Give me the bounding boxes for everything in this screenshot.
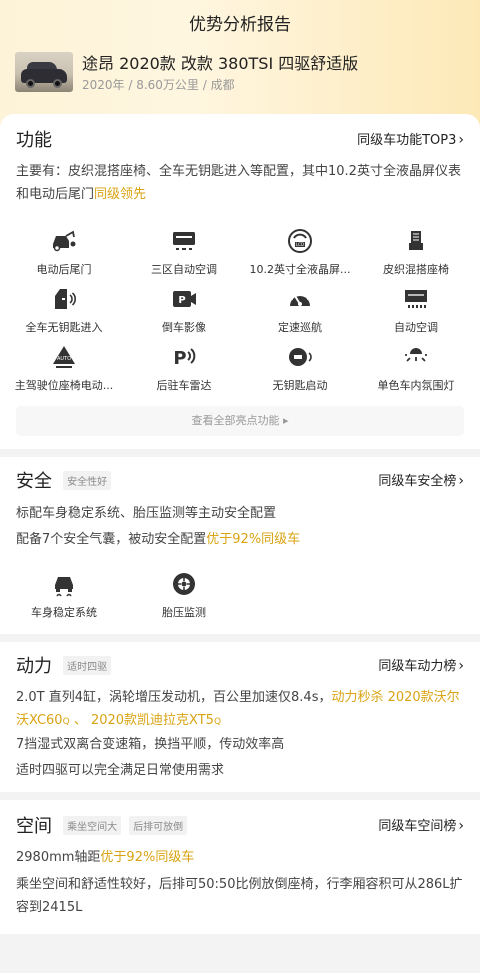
cruise-control-icon [290,291,310,306]
desc-text: 主要有：皮织混搭座椅、全车无钥匙进入等配置，其中10.2英寸全液晶屏仪表和电动后… [16,164,461,202]
highlight: 优于92%同级车 [100,850,195,865]
lcd-dashboard-icon: LCD [288,229,312,253]
power-card: 动力 适时四驱 同级车动力榜 › 2.0T 直列4缸，涡轮增压发动机，百公里加速仅… [0,642,480,792]
svg-text:P: P [178,295,185,306]
feature-item[interactable]: LCD 10.2英寸全液晶屏... [240,228,360,282]
features-description: 主要有：皮织混搭座椅、全车无钥匙进入等配置，其中10.2英寸全液晶屏仪表和电动后… [16,160,464,206]
chevron-right-icon: › [458,132,464,148]
text: 2980mm轴距 [16,850,101,865]
auto-ac-icon [405,290,427,308]
svg-text:P: P [173,348,186,369]
parking-radar-icon: P [173,348,196,369]
power-tailgate-icon [53,230,76,252]
car-thumbnail[interactable] [15,52,73,92]
text: 2.0T 直列4缸，涡轮增压发动机，百公里加速仅8.4s， [16,690,332,705]
feature-label: 三区自动空调 [151,263,217,276]
feature-item[interactable]: 车身稳定系统 [4,571,124,625]
section-title: 安全 [16,471,52,492]
feature-item[interactable]: 电动后尾门 [4,228,124,282]
feature-item[interactable]: P 倒车影像 [124,286,244,340]
link-label: 同级车安全榜 [378,474,457,489]
feature-label: 10.2英寸全液晶屏... [249,263,351,276]
link-label: 同级车功能TOP3 [357,133,457,148]
ambient-light-icon [405,348,427,362]
space-tag-2: 后排可放倒 [129,815,188,835]
tire-pressure-icon [173,573,195,595]
feature-label: 皮织混搭座椅 [383,263,449,276]
power-line-3: 适时四驱可以完全满足日常使用需求 [16,763,225,778]
section-title: 功能 [16,130,52,151]
svg-text:LCD: LCD [296,242,304,247]
feature-label: 自动空调 [394,321,438,334]
feature-item[interactable]: 定速巡航 [240,286,360,340]
page-title: 优势分析报告 [189,15,291,35]
space-line-2: 乘坐空间和舒适性较好，后排可50:50比例放倒座椅，行李厢容积可从286L扩容到… [16,877,463,915]
features-card: 功能 同级车功能TOP3 › 主要有：皮织混搭座椅、全车无钥匙进入等配置，其中10… [0,114,480,449]
feature-item[interactable]: P 后驻车雷达 [124,344,244,398]
space-line-1: 2980mm轴距优于92%同级车 [16,846,464,869]
seat-icon [409,231,423,250]
safety-tag: 安全性好 [63,470,112,490]
safety-card: 安全 安全性好 同级车安全榜 › 标配车身稳定系统、胎压监测等主动安全配置 配备7… [0,457,480,634]
stability-control-icon [55,577,73,597]
safety-header: 安全 安全性好 同级车安全榜 › [16,467,464,493]
feature-item[interactable]: 皮织混搭座椅 [356,228,476,282]
tri-zone-ac-icon [173,232,195,250]
feature-item[interactable]: 无钥匙启动 [240,344,360,398]
safety-line-1: 标配车身稳定系统、胎压监测等主动安全配置 [16,506,277,521]
car-name: 途昂 2020款 改款 380TSI 四驱舒适版 [82,54,359,73]
feature-label: 无钥匙启动 [272,379,328,392]
section-title: 空间 [16,816,52,837]
search-icon: Q [62,717,70,727]
power-tag: 适时四驱 [63,655,112,675]
space-header: 空间 乘坐空间大 后排可放倒 同级车空间榜 › [16,812,464,838]
feature-label: 后驻车雷达 [156,379,212,392]
feature-item[interactable]: 三区自动空调 [124,228,244,282]
compare-link-xt5[interactable]: 2020款凯迪拉克XT5Q [91,713,221,728]
feature-item[interactable]: 胎压监测 [124,571,244,625]
chevron-right-icon: › [458,818,464,834]
safety-ranking-link[interactable]: 同级车安全榜 › [378,470,464,489]
keyless-start-icon [289,348,312,366]
keyless-entry-icon [55,289,77,309]
feature-label: 定速巡航 [278,321,322,334]
feature-item[interactable]: AUTO 主驾驶位座椅电动... [4,344,124,398]
feature-item[interactable]: 自动空调 [356,286,476,340]
space-tag-1: 乘坐空间大 [63,815,122,835]
link-label: 同级车动力榜 [378,659,457,674]
highlight: 优于92%同级车 [206,532,301,547]
desc-highlight: 同级领先 [94,187,147,202]
reverse-camera-icon: P [173,291,196,307]
separator: 、 [69,713,91,728]
feature-label: 单色车内氛围灯 [377,379,455,392]
svg-text:AUTO: AUTO [57,356,71,362]
feature-label: 全车无钥匙进入 [25,321,103,334]
features-header: 功能 同级车功能TOP3 › [16,126,464,152]
power-line-2: 7挡湿式双离合变速箱，换挡平顺，传动效率高 [16,737,285,752]
space-card: 空间 乘坐空间大 后排可放倒 同级车空间榜 › 2980mm轴距优于92%同级车 … [0,800,480,934]
features-top3-link[interactable]: 同级车功能TOP3 › [357,129,464,148]
chevron-right-icon: › [458,658,464,674]
feature-item[interactable]: 全车无钥匙进入 [4,286,124,340]
chevron-right-icon: › [458,473,464,489]
feature-label: 倒车影像 [162,321,206,334]
link-label: 同级车空间榜 [378,819,457,834]
section-title: 动力 [16,656,52,677]
space-ranking-link[interactable]: 同级车空间榜 › [378,815,464,834]
view-all-features-button[interactable]: 查看全部亮点功能 ▸ [16,406,464,436]
feature-label: 主驾驶位座椅电动... [14,379,114,392]
power-seat-icon: AUTO [53,346,75,368]
feature-label: 车身稳定系统 [31,606,97,619]
power-ranking-link[interactable]: 同级车动力榜 › [378,655,464,674]
search-icon: Q [213,717,222,727]
feature-label: 电动后尾门 [36,263,92,276]
safety-line-2: 配备7个安全气囊，被动安全配置优于92%同级车 [16,528,464,551]
power-header: 动力 适时四驱 同级车动力榜 › [16,652,464,678]
feature-label: 胎压监测 [162,606,206,619]
text: 配备7个安全气囊，被动安全配置 [16,532,207,547]
feature-item[interactable]: 单色车内氛围灯 [356,344,476,398]
highlight: 2020款凯迪拉克XT5 [90,713,214,728]
car-meta: 2020年 / 8.60万公里 / 成都 [82,78,235,92]
power-line-1: 2.0T 直列4缸，涡轮增压发动机，百公里加速仅8.4s，动力秒杀 2020款沃… [16,686,464,734]
